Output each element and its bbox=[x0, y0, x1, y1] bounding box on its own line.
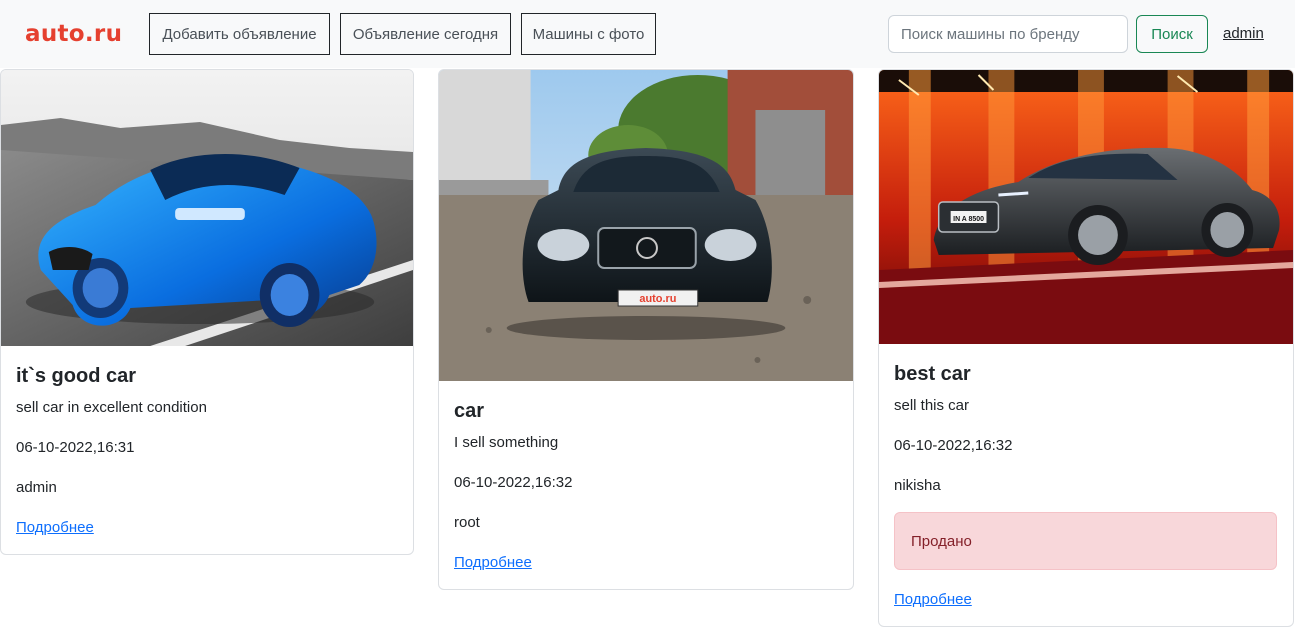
navbar: auto.ru Добавить объявление Объявление с… bbox=[0, 0, 1295, 68]
add-listing-button[interactable]: Добавить объявление bbox=[149, 13, 330, 55]
cars-with-photo-button[interactable]: Машины с фото bbox=[521, 13, 656, 55]
details-link[interactable]: Подробнее bbox=[454, 553, 532, 573]
car-photo: auto.ru bbox=[439, 70, 853, 381]
sold-status-alert: Продано bbox=[894, 512, 1277, 570]
car-card: IN A 8500 best car sell this car 06-10-2… bbox=[878, 69, 1294, 627]
user-profile-link[interactable]: admin bbox=[1223, 24, 1264, 44]
card-date: 06-10-2022,16:31 bbox=[16, 439, 135, 456]
card-title: it`s good car bbox=[16, 365, 137, 387]
brand-search-input[interactable] bbox=[888, 15, 1128, 53]
card-description: sell car in excellent condition bbox=[16, 399, 207, 416]
card-description: I sell something bbox=[454, 434, 559, 451]
card-description: sell this car bbox=[894, 397, 970, 414]
car-photo: IN A 8500 bbox=[879, 70, 1293, 344]
details-link[interactable]: Подробнее bbox=[16, 518, 94, 538]
plate-text: IN A 8500 bbox=[953, 216, 984, 223]
today-listings-button[interactable]: Объявление сегодня bbox=[340, 13, 511, 55]
car-card: it`s good car sell car in excellent cond… bbox=[0, 69, 414, 555]
card-title: car bbox=[454, 400, 485, 422]
card-author: admin bbox=[16, 479, 57, 496]
card-date: 06-10-2022,16:32 bbox=[894, 437, 1013, 454]
sold-status-label: Продано bbox=[911, 532, 972, 550]
card-date: 06-10-2022,16:32 bbox=[454, 474, 573, 491]
search-button[interactable]: Поиск bbox=[1136, 15, 1208, 53]
card-author: nikisha bbox=[894, 477, 941, 494]
site-logo[interactable]: auto.ru bbox=[25, 19, 122, 49]
car-photo bbox=[1, 70, 413, 346]
plate-text: auto.ru bbox=[639, 293, 676, 305]
card-author: root bbox=[454, 514, 480, 531]
details-link[interactable]: Подробнее bbox=[894, 590, 972, 610]
card-title: best car bbox=[894, 363, 971, 385]
car-card: auto.ru car I sell something 06-10-2022,… bbox=[438, 69, 854, 590]
